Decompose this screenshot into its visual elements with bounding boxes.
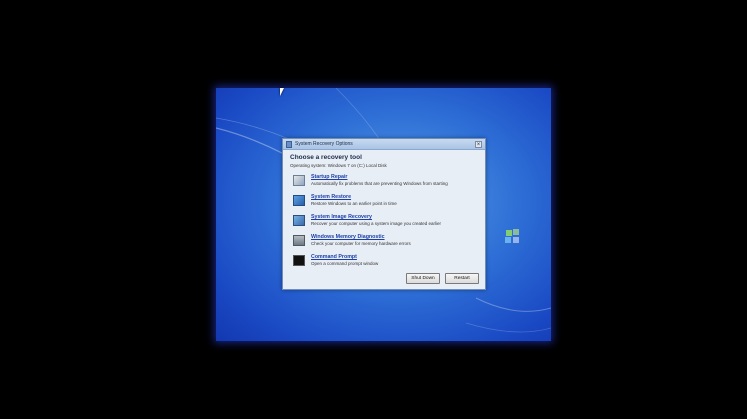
system-image-icon: [293, 215, 305, 226]
dialog-titlebar[interactable]: System Recovery Options ×: [283, 139, 485, 150]
tool-startup-repair[interactable]: Startup Repair Automatically fix problem…: [290, 174, 478, 194]
dialog-title: System Recovery Options: [295, 141, 353, 147]
app-window-icon: [286, 140, 292, 148]
tool-system-image-recovery[interactable]: System Image Recovery Recover your compu…: [290, 214, 478, 234]
mouse-pointer-icon: [280, 88, 284, 96]
memory-diagnostic-description: Check your computer for memory hardware …: [311, 241, 411, 246]
command-prompt-link[interactable]: Command Prompt: [311, 254, 378, 260]
startup-repair-description: Automatically fix problems that are prev…: [311, 181, 448, 186]
memory-diagnostic-link[interactable]: Windows Memory Diagnostic: [311, 234, 411, 240]
command-prompt-description: Open a command prompt window: [311, 261, 379, 266]
memory-diagnostic-icon: [293, 235, 305, 246]
system-recovery-dialog: System Recovery Options × Choose a recov…: [282, 138, 486, 290]
close-button[interactable]: ×: [475, 140, 482, 148]
operating-system-label: Operating system: Windows 7 on (C:) Loca…: [290, 163, 387, 168]
dialog-heading: Choose a recovery tool: [290, 154, 362, 161]
tool-command-prompt[interactable]: Command Prompt Open a command prompt win…: [290, 254, 478, 274]
shut-down-button[interactable]: Shut Down: [406, 273, 440, 284]
restart-button[interactable]: Restart: [445, 273, 479, 284]
windows-logo-icon: [505, 229, 519, 243]
tool-system-restore[interactable]: System Restore Restore Windows to an ear…: [290, 194, 478, 214]
command-prompt-icon: [293, 255, 305, 266]
system-image-recovery-link[interactable]: System Image Recovery: [311, 214, 441, 220]
system-restore-icon: [293, 195, 305, 206]
tool-memory-diagnostic[interactable]: Windows Memory Diagnostic Check your com…: [290, 234, 478, 254]
system-image-recovery-description: Recover your computer using a system ima…: [311, 221, 442, 226]
startup-repair-link[interactable]: Startup Repair: [311, 174, 448, 180]
startup-repair-icon: [293, 175, 305, 186]
system-restore-description: Restore Windows to an earlier point in t…: [311, 201, 397, 206]
system-restore-link[interactable]: System Restore: [311, 194, 397, 200]
